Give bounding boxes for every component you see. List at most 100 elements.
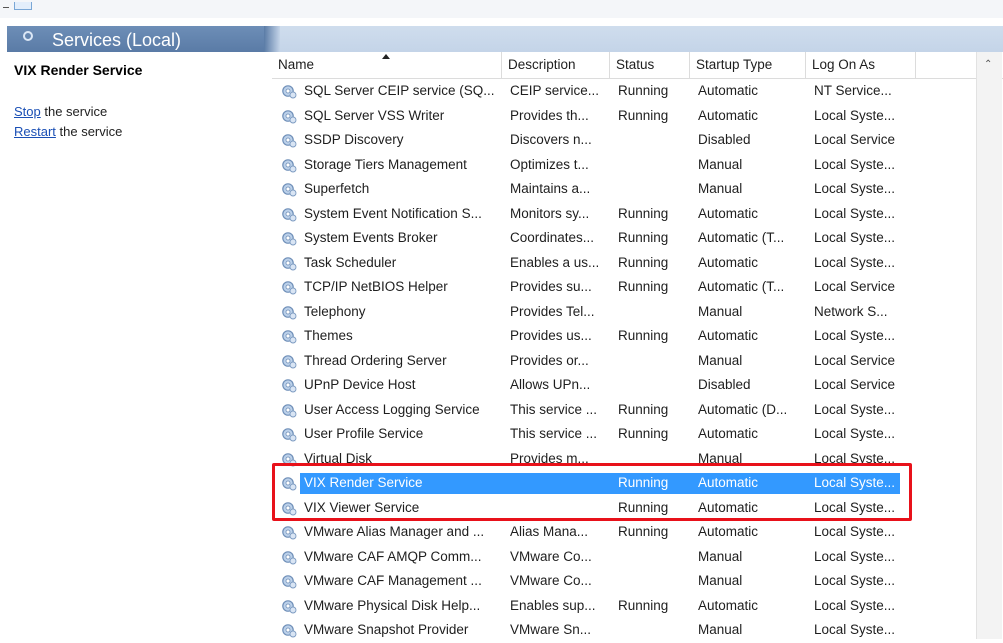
- table-row[interactable]: Thread Ordering Server Provides or... Manu…: [272, 349, 976, 374]
- toolbar-separator: [3, 7, 9, 8]
- table-row[interactable]: TCP/IP NetBIOS Helper Provides su... Runni…: [272, 275, 976, 300]
- column-header-startup-type[interactable]: Startup Type: [690, 52, 806, 78]
- selected-service-name: VIX Render Service: [14, 62, 143, 78]
- gear-icon: [282, 330, 297, 344]
- service-startup-type: Manual: [698, 548, 743, 564]
- vertical-scrollbar[interactable]: ⌃: [976, 52, 1002, 639]
- service-description: Monitors sy...: [510, 205, 590, 221]
- service-startup-type: Manual: [698, 303, 743, 319]
- service-log-on-as: Local Syste...: [814, 230, 896, 245]
- gear-icon: [282, 428, 297, 442]
- gear-icon: [282, 281, 297, 295]
- table-row[interactable]: Superfetch Maintains a... Manual Local Syst…: [272, 177, 976, 202]
- service-status: Running: [618, 597, 669, 613]
- service-name: VMware CAF AMQP Comm...: [304, 548, 482, 564]
- service-description: Discovers n...: [510, 132, 592, 147]
- service-startup-type: Automatic: [698, 83, 759, 98]
- service-startup-type: Automatic: [698, 328, 759, 343]
- service-name: Superfetch: [304, 181, 370, 196]
- gear-icon: [282, 232, 297, 246]
- service-startup-type: Automatic (D...: [698, 401, 788, 417]
- header-title: Services (Local): [52, 30, 182, 50]
- console-icon[interactable]: [14, 2, 32, 10]
- highlight-box: [272, 463, 912, 521]
- service-description: VMware Co...: [510, 548, 592, 564]
- service-status: Running: [618, 524, 669, 539]
- table-row[interactable]: SQL Server VSS Writer Provides th... Runni…: [272, 104, 976, 129]
- toolbar-strip: [0, 0, 1003, 18]
- service-log-on-as: Local Syste...: [814, 254, 896, 270]
- gear-icon: [282, 354, 297, 368]
- service-description: This service ...: [510, 401, 598, 417]
- table-row[interactable]: Task Scheduler Enables a us... Running Auto…: [272, 251, 976, 276]
- gear-icon: [282, 526, 297, 540]
- table-row[interactable]: System Event Notification S... Monitors s…: [272, 202, 976, 227]
- table-row[interactable]: UPnP Device Host Allows UPn... Disabled Loc…: [272, 373, 976, 398]
- table-row[interactable]: User Profile Service This service ... Runn…: [272, 422, 976, 447]
- service-description: Provides th...: [510, 107, 589, 123]
- service-log-on-as: Local Syste...: [814, 107, 896, 123]
- service-log-on-as: Local Syste...: [814, 156, 896, 172]
- service-status: Running: [618, 328, 669, 343]
- service-description: Enables a us...: [510, 254, 600, 270]
- services-icon: [23, 31, 33, 41]
- service-log-on-as: Local Service: [814, 279, 896, 294]
- service-name: VMware Physical Disk Help...: [304, 597, 481, 613]
- table-row[interactable]: SSDP Discovery Discovers n... Disabled Loca…: [272, 128, 976, 153]
- service-name: Thread Ordering Server: [304, 352, 447, 368]
- column-header-description[interactable]: Description: [502, 52, 610, 78]
- column-header-name[interactable]: Name: [272, 52, 502, 78]
- service-startup-type: Automatic: [698, 254, 759, 270]
- restart-link[interactable]: Restart: [14, 124, 56, 139]
- table-row[interactable]: Themes Provides us... Running Automatic Loca…: [272, 324, 976, 349]
- service-description: CEIP service...: [510, 83, 600, 98]
- gear-icon: [282, 134, 297, 148]
- service-description: Provides or...: [510, 352, 589, 368]
- gear-icon: [282, 183, 297, 197]
- table-row[interactable]: Storage Tiers Management Optimizes t... Ma…: [272, 153, 976, 178]
- service-description: Maintains a...: [510, 181, 591, 196]
- table-row[interactable]: Telephony Provides Tel... Manual Network S.…: [272, 300, 976, 325]
- table-row[interactable]: VMware Alias Manager and ... Alias Mana..…: [272, 520, 976, 545]
- service-log-on-as: Local Syste...: [814, 573, 896, 588]
- service-log-on-as: Local Service: [814, 352, 896, 368]
- table-row[interactable]: VMware CAF Management ... VMware Co... Man…: [272, 569, 976, 594]
- stop-action-text: the service: [40, 104, 108, 119]
- gear-icon: [282, 207, 297, 221]
- services-list: Name Description Status Startup Type Log…: [272, 52, 1003, 639]
- scroll-up-icon[interactable]: ⌃: [984, 60, 992, 70]
- service-startup-type: Automatic: [698, 426, 759, 441]
- gear-icon: [282, 599, 297, 613]
- service-description: Allows UPn...: [510, 377, 591, 392]
- service-description: Provides Tel...: [510, 303, 595, 319]
- gear-icon: [282, 256, 297, 270]
- sort-ascending-icon: [382, 54, 390, 59]
- service-description: Provides us...: [510, 328, 592, 343]
- restart-action-text: the service: [55, 124, 123, 139]
- stop-link[interactable]: Stop: [14, 104, 41, 119]
- service-startup-type: Manual: [698, 573, 743, 588]
- table-row[interactable]: VMware Physical Disk Help... Enables sup.…: [272, 594, 976, 619]
- services-header: Services (Local): [0, 18, 1003, 52]
- service-description: Alias Mana...: [510, 524, 589, 539]
- service-name: Storage Tiers Management: [304, 156, 467, 172]
- service-name: Task Scheduler: [304, 254, 397, 270]
- gear-icon: [282, 403, 297, 417]
- column-header-row: Name Description Status Startup Type Log…: [272, 52, 1003, 79]
- column-name-label: Name: [278, 57, 315, 72]
- table-row[interactable]: VMware CAF AMQP Comm... VMware Co... Manua…: [272, 545, 976, 570]
- gear-icon: [282, 109, 297, 123]
- service-startup-type: Automatic (T...: [698, 279, 785, 294]
- service-startup-type: Manual: [698, 156, 743, 172]
- column-header-status[interactable]: Status: [610, 52, 690, 78]
- table-row[interactable]: User Access Logging Service This service …: [272, 398, 976, 423]
- service-log-on-as: Local Service: [814, 377, 896, 392]
- column-header-log-on-as[interactable]: Log On As: [806, 52, 916, 78]
- table-row[interactable]: SQL Server CEIP service (SQ... CEIP servi…: [272, 79, 976, 104]
- service-startup-type: Manual: [698, 181, 743, 196]
- service-log-on-as: Local Syste...: [814, 524, 896, 539]
- gear-icon: [282, 550, 297, 564]
- table-row[interactable]: System Events Broker Coordinates... Runnin…: [272, 226, 976, 251]
- service-name: User Access Logging Service: [304, 401, 480, 417]
- service-log-on-as: Local Service: [814, 132, 896, 147]
